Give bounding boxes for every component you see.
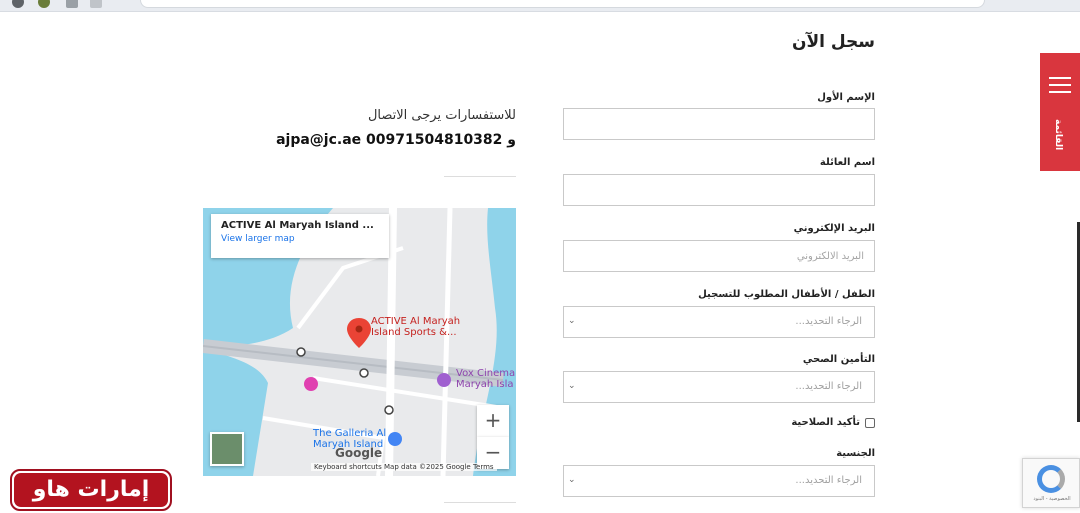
form-title: سجل الآن (791, 32, 875, 52)
view-larger-map-link[interactable]: View larger map (221, 234, 379, 244)
nationality-label: الجنسية (836, 448, 875, 459)
recaptcha-icon (1037, 465, 1065, 493)
brand-name: إمارات هاو (14, 473, 168, 507)
browser-toolbar (0, 0, 1080, 12)
children-select-value: الرجاء التحديد... (795, 316, 862, 327)
map-place-title: ACTIVE Al Maryah Island ... (221, 220, 374, 231)
browser-icon[interactable] (12, 0, 24, 8)
recaptcha-links[interactable]: الخصوصية - البنود (1027, 496, 1077, 502)
page: سجل الآن الإسم الأول اسم العائلة البريد … (0, 12, 1080, 513)
validity-label: تأكيد الصلاحية (791, 417, 860, 428)
pin-label[interactable]: ACTIVE Al Maryah Island Sports &... (371, 316, 460, 338)
transit-stop-icon[interactable] (359, 368, 369, 378)
vox-cinema-label[interactable]: Vox Cinema Maryah Isla (456, 368, 515, 390)
chevron-down-icon: ⌄ (568, 316, 576, 326)
mall-place-icon[interactable] (388, 432, 402, 446)
validity-checkbox-row[interactable]: تأكيد الصلاحية (791, 417, 875, 428)
contact-details: ajpa@jc.ae و 00971504810382 (276, 132, 516, 148)
map-footer[interactable]: Keyboard shortcuts Map data ©2025 Google… (311, 463, 497, 471)
last-name-field[interactable] (563, 174, 875, 206)
last-name-input[interactable] (564, 175, 874, 205)
divider (444, 176, 516, 177)
email-label: البريد الإلكتروني (793, 223, 875, 234)
cinema-place-icon[interactable] (437, 373, 451, 387)
email-input[interactable] (564, 241, 874, 271)
insurance-select-value: الرجاء التحديد... (795, 381, 862, 392)
recaptcha-badge[interactable]: الخصوصية - البنود (1022, 458, 1080, 508)
map-place-card: ACTIVE Al Maryah Island ... View larger … (211, 214, 389, 258)
insurance-label: التأمين الصحي (802, 354, 875, 365)
chevron-down-icon: ⌄ (568, 381, 576, 391)
insurance-select[interactable]: الرجاء التحديد... ⌄ (563, 371, 875, 403)
address-bar[interactable] (140, 0, 985, 8)
zoom-in-button[interactable]: + (477, 405, 509, 437)
hamburger-menu-icon[interactable] (1049, 77, 1071, 98)
validity-checkbox[interactable] (865, 417, 875, 428)
email-field[interactable] (563, 240, 875, 272)
last-name-label: اسم العائلة (819, 157, 875, 168)
divider (444, 502, 516, 503)
first-name-label: الإسم الأول (817, 92, 875, 103)
tab-icon[interactable] (90, 0, 102, 8)
bookmark-icon[interactable] (66, 0, 78, 8)
contact-intro: للاستفسارات يرجى الاتصال (367, 108, 516, 123)
children-select[interactable]: الرجاء التحديد... ⌄ (563, 306, 875, 338)
satellite-toggle-thumbnail[interactable] (210, 432, 244, 466)
transit-stop-icon[interactable] (384, 405, 394, 415)
first-name-field[interactable] (563, 108, 875, 140)
brand-logo: إمارات هاو (10, 469, 172, 511)
embedded-map[interactable]: ACTIVE Al Maryah Island ... View larger … (203, 208, 516, 476)
shopping-place-icon[interactable] (304, 377, 318, 391)
transit-stop-icon[interactable] (296, 347, 306, 357)
pin-label-line: ACTIVE Al Maryah (371, 316, 461, 327)
extension-icon[interactable] (38, 0, 50, 8)
side-menu-label: القائمة (1053, 119, 1063, 151)
google-logo: Google (335, 446, 383, 460)
first-name-input[interactable] (564, 109, 874, 139)
chevron-down-icon: ⌄ (568, 475, 576, 485)
galleria-label-line: The Galleria Al (313, 428, 387, 439)
side-menu-tab[interactable]: القائمة (1040, 53, 1080, 171)
vox-label-line: Maryah Isla (456, 379, 514, 390)
nationality-select-value: الرجاء التحديد... (795, 475, 862, 486)
vox-label-line: Vox Cinema (456, 368, 516, 379)
pin-label-line: Island Sports &... (371, 327, 457, 338)
nationality-select[interactable]: الرجاء التحديد... ⌄ (563, 465, 875, 497)
children-label: الطفل / الأطفال المطلوب للتسجيل (698, 289, 875, 300)
